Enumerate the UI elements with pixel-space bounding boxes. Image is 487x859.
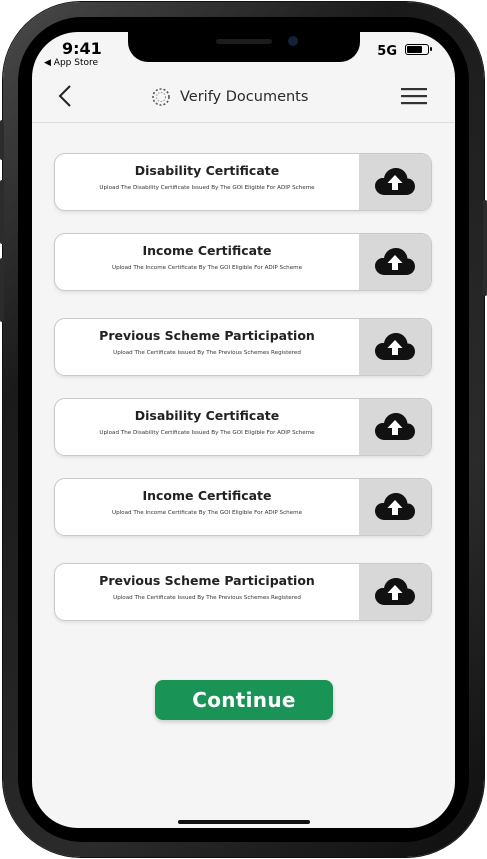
document-description: Upload The Certificate Issued By The Pre… <box>113 350 301 356</box>
document-card-text: Income Certificate Upload The Income Cer… <box>55 234 359 290</box>
app-screen: 9:41 ◀ App Store 5G Verify Documents Dis… <box>32 32 455 828</box>
document-card-text: Disability Certificate Upload The Disabi… <box>55 154 359 210</box>
status-time: 9:41 <box>62 39 102 58</box>
status-bar: 9:41 ◀ App Store 5G <box>32 32 455 72</box>
upload-button[interactable] <box>359 564 431 620</box>
document-description: Upload The Income Certificate By The GOI… <box>111 510 303 516</box>
cloud-upload-icon <box>375 333 415 360</box>
upload-button[interactable] <box>359 234 431 290</box>
document-title: Previous Scheme Participation <box>99 328 315 343</box>
volume-up-button <box>0 180 4 244</box>
document-card-disability: Disability Certificate Upload The Disabi… <box>54 153 432 211</box>
home-indicator[interactable] <box>178 820 310 824</box>
document-card-income: Income Certificate Upload The Income Cer… <box>54 478 432 536</box>
document-description: Upload The Disability Certificate Issued… <box>99 185 315 191</box>
document-card-text: Previous Scheme Participation Upload The… <box>55 319 359 375</box>
document-title: Previous Scheme Participation <box>99 573 315 588</box>
mute-switch <box>0 120 4 160</box>
cloud-upload-icon <box>375 168 415 195</box>
upload-button[interactable] <box>359 479 431 535</box>
upload-button[interactable] <box>359 319 431 375</box>
dotted-circle-logo-icon <box>152 88 170 106</box>
network-type: 5G <box>377 44 397 59</box>
document-description: Upload The Disability Certificate Issued… <box>99 430 315 436</box>
back-to-app-store-link[interactable]: ◀ App Store <box>44 58 98 68</box>
document-card-income: Income Certificate Upload The Income Cer… <box>54 233 432 291</box>
document-card-previous-scheme: Previous Scheme Participation Upload The… <box>54 563 432 621</box>
cloud-upload-icon <box>375 493 415 520</box>
document-card-previous-scheme: Previous Scheme Participation Upload The… <box>54 318 432 376</box>
document-card-text: Income Certificate Upload The Income Cer… <box>55 479 359 535</box>
document-card-text: Previous Scheme Participation Upload The… <box>55 564 359 620</box>
power-button <box>483 200 487 296</box>
page-title: Verify Documents <box>180 89 309 105</box>
document-title: Income Certificate <box>142 488 272 503</box>
document-title: Disability Certificate <box>134 408 280 423</box>
upload-button[interactable] <box>359 399 431 455</box>
document-title: Income Certificate <box>142 243 272 258</box>
document-title: Disability Certificate <box>134 163 280 178</box>
cloud-upload-icon <box>375 248 415 275</box>
document-card-disability: Disability Certificate Upload The Disabi… <box>54 398 432 456</box>
upload-button[interactable] <box>359 154 431 210</box>
document-card-text: Disability Certificate Upload The Disabi… <box>55 399 359 455</box>
document-description: Upload The Certificate Issued By The Pre… <box>113 595 301 601</box>
document-description: Upload The Income Certificate By The GOI… <box>111 265 303 271</box>
chevron-left-icon[interactable] <box>54 84 78 108</box>
cloud-upload-icon <box>375 413 415 440</box>
volume-down-button <box>0 258 4 322</box>
battery-icon <box>405 44 432 55</box>
page-title-group: Verify Documents <box>150 86 308 108</box>
cloud-upload-icon <box>375 578 415 605</box>
nav-bar: Verify Documents <box>32 76 455 123</box>
hamburger-menu-icon[interactable] <box>401 86 427 106</box>
battery-level-fill <box>407 46 422 53</box>
continue-button[interactable]: Continue <box>155 680 333 720</box>
